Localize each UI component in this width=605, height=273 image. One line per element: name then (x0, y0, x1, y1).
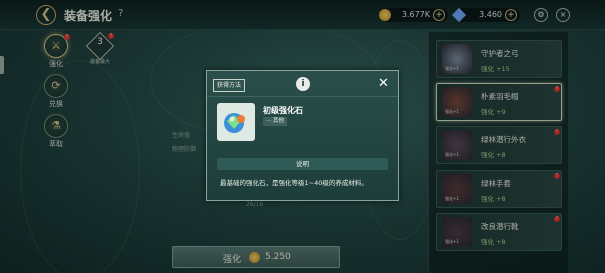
item-name: 初级强化石 (263, 106, 303, 115)
how-to-obtain-button[interactable]: 获得方法 (213, 79, 246, 92)
item-info-modal: 获得方法 i ✕ 初级强化石 ··· 其他 说明 最基础的强化石，是强化等级1~… (206, 70, 399, 201)
item-type-tag: ··· 其他 (263, 117, 287, 126)
close-button[interactable]: ✕ (378, 76, 389, 91)
modal-header: 获得方法 i ✕ (207, 71, 398, 97)
info-icon: i (296, 77, 310, 91)
description-heading: 说明 (217, 158, 388, 170)
enhance-stone-icon (217, 103, 255, 141)
item-description: 最基础的强化石，是强化等级1~40级的养成材料。 (220, 179, 368, 187)
